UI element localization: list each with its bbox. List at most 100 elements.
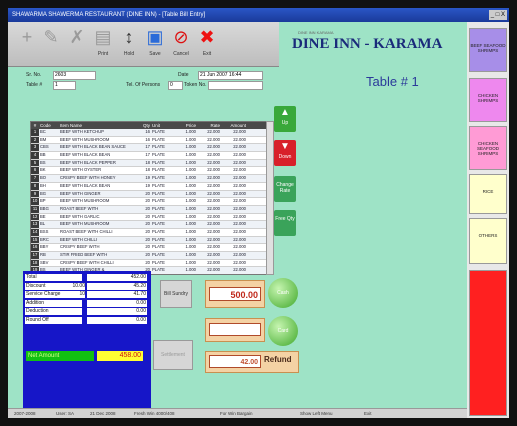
table-row[interactable]: 8 BH BEEF WITH BLACK BEAN 19 PLATE 1.000 22.00…	[31, 182, 267, 191]
sr-no-field[interactable]: 2603	[53, 71, 96, 80]
cash-button[interactable]: Cash	[268, 278, 298, 308]
table-cell: PLATE	[152, 167, 165, 173]
table-row[interactable]: 15 BRC BEEF WITH CHILLI 20 PLATE 1.000 22.000 2…	[31, 236, 267, 245]
table-cell: BEEF WITH OYSTER	[60, 167, 102, 173]
token-field[interactable]	[208, 81, 263, 90]
toolbar-button-print[interactable]: ▤ Print	[92, 25, 114, 63]
table-cell: BP	[40, 198, 46, 204]
category-button[interactable]: BEEF SEAFOOD SHRIMPS	[469, 28, 507, 72]
table-row[interactable]: 17 RB STIR FRIED BEEF WITH 20 PLATE 1.000 22.0…	[31, 252, 267, 260]
bill-sundry-button[interactable]: Bill Sundry	[160, 280, 192, 308]
column-header[interactable]: Unit	[150, 122, 174, 129]
table-row[interactable]: 6 BK BEEF WITH OYSTER 18 PLATE 1.000 22.000 22.…	[31, 167, 267, 176]
status-item[interactable]: Show Left Menu	[300, 409, 333, 418]
toolbar-button-hold[interactable]: ↕ Hold	[118, 25, 140, 63]
blank-field[interactable]	[209, 323, 261, 336]
persons-field[interactable]: 0	[168, 81, 183, 90]
table-cell: 18	[145, 159, 150, 165]
table-cell: 22.000	[233, 159, 246, 165]
table-row[interactable]: 11 BBG ROAST BEEF WITH 20 PLATE 1.000 22.000 22…	[31, 205, 267, 214]
refund-box: 42.00 Refund	[205, 351, 299, 373]
table-row[interactable]: 9 BG BEEF WITH GINGER 20 PLATE 1.000 22.000 22.…	[31, 190, 267, 199]
table-row[interactable]: 3 CBS BEEF WITH BLACK BEAN SAUCE 17 PLATE 1.0…	[31, 144, 267, 153]
column-header[interactable]: Amount	[220, 122, 246, 129]
side-button-up[interactable]: ▲ Up	[274, 106, 296, 132]
table-cell: BL	[40, 221, 46, 227]
table-cell: 17	[145, 152, 150, 158]
table-row[interactable]: 14 BSS ROAST BEEF WITH CHILLI 20 PLATE 1.000 2…	[31, 228, 267, 237]
table-row[interactable]: 7 BO CRISPY BEEF WITH HONEY 19 PLATE 1.000 22.…	[31, 175, 267, 183]
category-button[interactable]	[469, 270, 507, 416]
items-grid[interactable]: # Code Item Name Qty Unit Price Rate Amount 1 BC…	[30, 121, 268, 275]
received-box: 500.00	[205, 280, 265, 308]
table-cell: PLATE	[152, 259, 165, 265]
category-button[interactable]: RICE	[469, 174, 507, 214]
table-row[interactable]: 12 BE BEEF WITH GARLIC 20 PLATE 1.000 22.000 22…	[31, 213, 267, 222]
table-row[interactable]: 18 SBV CRISPY BEEF WITH CHILLI 20 PLATE 1.000…	[31, 259, 267, 268]
table-cell: 1.000	[185, 252, 196, 257]
table-row[interactable]: 5 BS BEEF WITH BLACK PEPPER 18 PLATE 1.000 22.…	[31, 159, 267, 168]
table-cell: PLATE	[152, 198, 165, 204]
table-cell: 20	[145, 228, 150, 234]
cancel-icon: ⊘	[173, 27, 189, 47]
toolbar-button-exit[interactable]: ✖ Exit	[196, 25, 218, 63]
refund-field[interactable]: 42.00	[209, 355, 261, 368]
side-button-change-rate[interactable]: Change Rate	[274, 176, 296, 202]
percent-field[interactable]: 10	[69, 291, 85, 298]
table-cell: BO	[40, 175, 47, 181]
table-row[interactable]: 4 BB BEEF WITH BLACK BEAN 17 PLATE 1.000 22.00…	[31, 152, 267, 160]
amount-received-field[interactable]: 500.00	[209, 287, 261, 301]
table-cell: 18	[145, 167, 150, 173]
table-row[interactable]: 2 BM BEEF WITH MUSHROOM 16 PLATE 1.000 22.000 2…	[31, 136, 267, 145]
percent-field[interactable]: 10.00	[69, 282, 85, 290]
table-field[interactable]: 1	[53, 81, 76, 90]
table-row[interactable]: 10 BP BEEF WITH MUSHROOM 20 PLATE 1.000 22.000…	[31, 198, 267, 206]
table-cell: 19	[145, 182, 150, 188]
toolbar-button-save[interactable]: ▣ Save	[144, 25, 166, 63]
table-cell: PLATE	[152, 252, 165, 257]
table-cell: PLATE	[152, 236, 165, 242]
column-header[interactable]: Code	[39, 122, 60, 129]
date-label: Date	[178, 72, 189, 78]
table-cell: 22.000	[207, 175, 220, 181]
table-cell: BEEF WITH BLACK BEAN	[60, 182, 111, 188]
toolbar-button-disabled-2[interactable]: ✗	[66, 25, 88, 63]
card-button[interactable]: Card	[268, 316, 298, 346]
date-field[interactable]: 21 Jun 2007 16:44	[198, 71, 263, 80]
category-button[interactable]: OTHERS	[469, 218, 507, 264]
settlement-button[interactable]: Settlement	[153, 340, 193, 370]
table-cell: 22.000	[207, 129, 220, 134]
table-row[interactable]: 1 BC BEEF WITH KETCHUP 16 PLATE 1.000 22.000 22…	[31, 129, 267, 137]
status-item[interactable]: Exit	[364, 409, 372, 418]
category-button[interactable]: CHICKEN SEAFOOD SHRIMPS	[469, 126, 507, 170]
table-row[interactable]: 16 BBY CRISPY BEEF WITH 20 PLATE 1.000 22.000 2…	[31, 244, 267, 252]
table-cell: 20	[145, 244, 150, 250]
grid-scrollbar[interactable]	[266, 121, 274, 275]
side-button-down[interactable]: ▼ Down	[274, 140, 296, 166]
column-header[interactable]: Rate	[196, 122, 220, 129]
column-header[interactable]: Qty	[138, 122, 150, 129]
table-cell: BSS	[40, 228, 49, 234]
token-label: Token No.	[184, 82, 207, 88]
side-button-free-qty[interactable]: Free Qty	[274, 210, 296, 236]
toolbar-button-cancel[interactable]: ⊘ Cancel	[170, 25, 192, 63]
table-cell: 22.000	[207, 252, 220, 257]
table-cell: PLATE	[152, 267, 165, 273]
table-cell: BEEF WITH GARLIC	[60, 213, 100, 219]
table-cell: 22.000	[233, 167, 246, 173]
window-controls[interactable]: _ □ X	[488, 10, 507, 20]
table-cell: 1.000	[185, 159, 196, 165]
table-row[interactable]: 13 BL BEEF WITH MUSHROOM 20 PLATE 1.000 22.000…	[31, 221, 267, 229]
table-cell: SBV	[40, 259, 49, 265]
column-header[interactable]: Item Name	[60, 122, 138, 129]
column-header[interactable]: #	[31, 122, 39, 129]
column-header[interactable]: Price	[174, 122, 196, 129]
category-button[interactable]: CHICKEN SHRIMPS	[469, 78, 507, 122]
table-cell: PLATE	[152, 205, 165, 211]
table-cell: PLATE	[152, 182, 165, 188]
table-cell: CRISPY BEEF WITH HONEY	[60, 175, 116, 181]
toolbar-button-disabled-1[interactable]: ✎	[40, 25, 62, 63]
toolbar-button-disabled-0[interactable]: +	[16, 25, 38, 63]
sr-no-label: Sr. No.	[26, 72, 42, 78]
outlet-name: DINE INN - KARAMA	[292, 36, 443, 52]
